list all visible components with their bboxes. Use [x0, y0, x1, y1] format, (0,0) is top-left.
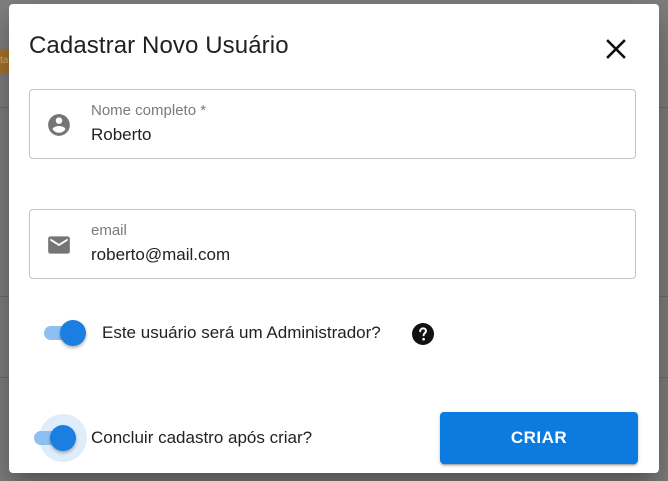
email-field[interactable]: email	[29, 209, 636, 279]
name-label: Nome completo *	[91, 102, 207, 119]
account-circle-icon	[48, 114, 70, 136]
email-label: email	[91, 222, 127, 239]
help-icon[interactable]	[411, 322, 435, 346]
close-button[interactable]	[601, 34, 631, 64]
mail-icon	[48, 236, 70, 254]
admin-toggle-thumb	[60, 320, 86, 346]
name-field[interactable]: Nome completo *	[29, 89, 636, 159]
background-chip: ta	[0, 49, 9, 73]
complete-toggle-label: Concluir cadastro após criar?	[91, 428, 313, 447]
complete-toggle[interactable]	[32, 414, 87, 462]
name-input[interactable]	[91, 124, 611, 146]
admin-toggle-label: Este usuário será um Administrador?	[102, 323, 381, 342]
dialog-title: Cadastrar Novo Usuário	[29, 32, 289, 59]
create-button[interactable]: CRIAR	[440, 412, 638, 464]
create-user-dialog: Cadastrar Novo Usuário Nome completo * e…	[9, 4, 659, 473]
close-icon	[606, 39, 626, 59]
complete-toggle-thumb	[50, 425, 76, 451]
admin-toggle[interactable]	[42, 320, 90, 346]
email-input[interactable]	[91, 244, 611, 266]
